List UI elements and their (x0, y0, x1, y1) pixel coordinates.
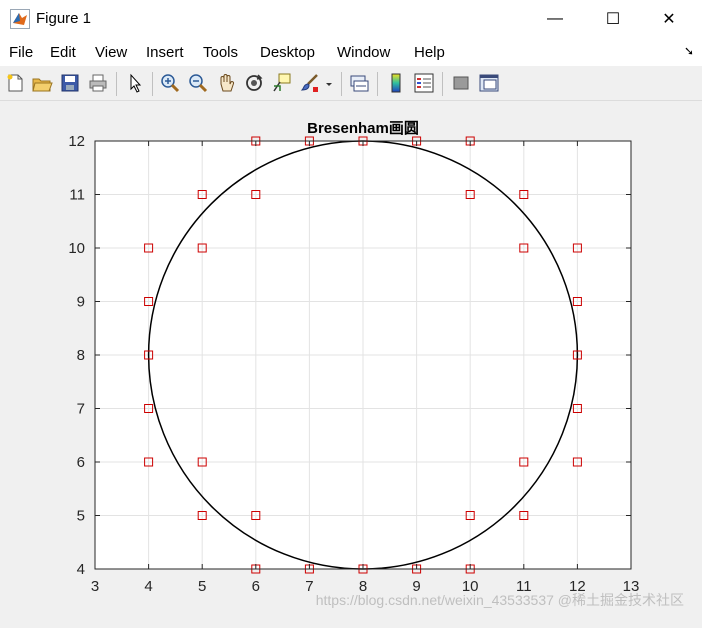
x-tick-label: 3 (91, 578, 99, 595)
hide-plot-tools-icon[interactable] (450, 72, 472, 94)
menu-bar: File Edit View Insert Tools Desktop Wind… (0, 38, 702, 66)
data-cursor-icon[interactable] (271, 72, 293, 94)
x-tick-label: 7 (305, 578, 313, 595)
link-plot-icon[interactable] (348, 72, 370, 94)
show-plot-tools-icon[interactable] (478, 72, 500, 94)
menu-desktop[interactable]: Desktop (260, 44, 315, 61)
dock-figure-icon[interactable]: ➘ (684, 44, 694, 58)
open-file-icon[interactable] (31, 72, 53, 94)
y-tick-label: 11 (69, 187, 85, 204)
chart-title: Bresenham画圆 (307, 120, 419, 137)
y-tick-label: 7 (77, 401, 85, 418)
minimize-icon: — (547, 10, 563, 27)
y-tick-label: 9 (77, 294, 85, 311)
y-tick-label: 4 (77, 561, 85, 578)
legend-icon[interactable] (413, 72, 435, 94)
y-tick-label: 8 (77, 347, 85, 364)
pan-hand-icon[interactable] (215, 72, 237, 94)
x-tick-label: 5 (198, 578, 206, 595)
zoom-out-icon[interactable] (187, 72, 209, 94)
watermark-text: https://blog.csdn.net/weixin_43533537 @稀… (315, 592, 684, 608)
brush-icon[interactable] (299, 72, 321, 94)
toolbar-separator (377, 72, 378, 96)
close-icon: ✕ (662, 11, 676, 28)
x-tick-label: 6 (252, 578, 260, 595)
maximize-button[interactable]: ☐ (590, 0, 636, 38)
y-tick-label: 12 (68, 133, 85, 150)
figure-toolbar (0, 66, 702, 101)
menu-edit[interactable]: Edit (50, 44, 76, 61)
y-tick-label: 5 (77, 508, 85, 525)
matlab-logo-icon (10, 9, 30, 29)
figure-canvas[interactable]: 3 4 5 6 7 8 9 10 11 12 13 4 5 6 7 8 9 10 11 12 Bresenham画圆… (0, 101, 702, 628)
colorbar-icon[interactable] (385, 72, 407, 94)
zoom-in-icon[interactable] (159, 72, 181, 94)
brush-dropdown-icon[interactable] (322, 72, 336, 94)
menu-window[interactable]: Window (337, 44, 390, 61)
toolbar-separator (116, 72, 117, 96)
menu-tools[interactable]: Tools (203, 44, 238, 61)
window-title: Figure 1 (36, 10, 92, 27)
window-title-bar: Figure 1 — ☐ ✕ (0, 0, 702, 38)
new-figure-icon[interactable] (4, 72, 26, 94)
menu-insert[interactable]: Insert (146, 44, 184, 61)
axes-plot[interactable]: 3 4 5 6 7 8 9 10 11 12 13 456789101112 Bresenham画圆 (0, 101, 702, 628)
y-tick-label: 6 (77, 454, 85, 471)
close-button[interactable]: ✕ (646, 0, 692, 38)
toolbar-separator (442, 72, 443, 96)
print-icon[interactable] (87, 72, 109, 94)
minimize-button[interactable]: — (532, 0, 578, 38)
rotate-3d-icon[interactable] (243, 72, 265, 94)
x-tick-label: 4 (144, 578, 152, 595)
menu-view[interactable]: View (95, 44, 127, 61)
menu-help[interactable]: Help (414, 44, 445, 61)
maximize-icon: ☐ (605, 11, 621, 28)
y-tick-label: 10 (68, 240, 85, 257)
pointer-icon[interactable] (124, 72, 146, 94)
toolbar-separator (152, 72, 153, 96)
menu-file[interactable]: File (9, 44, 33, 61)
toolbar-separator (341, 72, 342, 96)
save-icon[interactable] (59, 72, 81, 94)
